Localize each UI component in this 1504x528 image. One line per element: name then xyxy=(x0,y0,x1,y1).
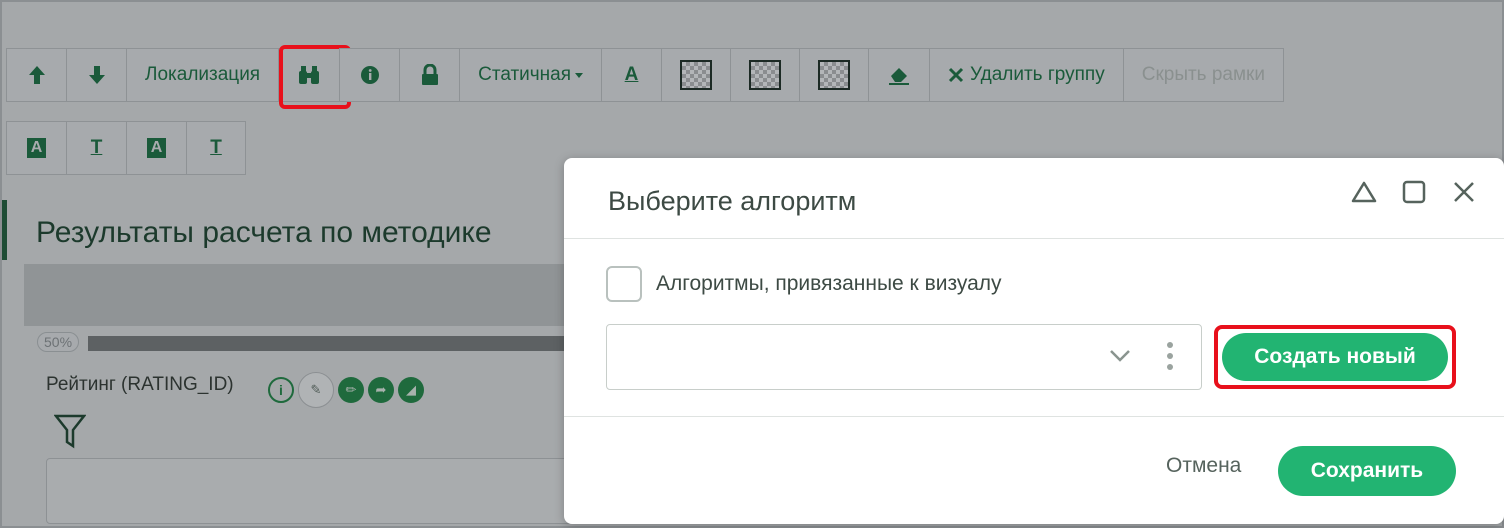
info-icon xyxy=(360,66,379,84)
filter-input[interactable] xyxy=(46,458,586,524)
footer-divider xyxy=(564,416,1504,417)
filter-icon[interactable] xyxy=(54,414,86,450)
lock-icon xyxy=(421,64,438,85)
select-algorithm-dialog: Выберите алгоритм Алгоритмы, привязанные… xyxy=(564,158,1504,524)
fill-color-2-button[interactable] xyxy=(730,48,800,102)
create-new-button[interactable]: Создать новый xyxy=(1222,333,1448,381)
bound-algorithms-label: Алгоритмы, привязанные к визуалу xyxy=(656,272,1002,295)
section-title: Результаты расчета по методике xyxy=(36,216,492,249)
algorithm-select[interactable] xyxy=(606,324,1202,390)
progress-label: 50% xyxy=(37,332,80,352)
text-underline-t-icon: T xyxy=(210,137,222,158)
move-down-button[interactable] xyxy=(66,48,126,102)
edit-icon[interactable]: ✎ xyxy=(298,372,334,408)
chevron-down-icon[interactable] xyxy=(1109,349,1131,363)
section-accent xyxy=(2,200,7,260)
delete-group-label: Удалить группу xyxy=(970,64,1105,85)
caret-down-icon xyxy=(575,72,584,78)
eraser-icon xyxy=(889,68,910,85)
text-underline-t-icon: T xyxy=(90,137,103,158)
close-icon xyxy=(1454,182,1474,202)
text-color-icon: A xyxy=(624,64,639,85)
bound-algorithms-checkbox[interactable] xyxy=(606,266,642,302)
text-bg-a-button[interactable]: A xyxy=(6,121,66,175)
cancel-button[interactable]: Отмена xyxy=(1166,454,1241,478)
hide-frames-label: Скрыть рамки xyxy=(1141,64,1265,85)
share-icon[interactable]: ➦ xyxy=(368,377,394,403)
header-divider xyxy=(564,238,1504,239)
toolbar: Локализация Статичная A Удалить группу С… xyxy=(6,45,1284,109)
info-icon[interactable]: i xyxy=(268,377,294,403)
transparent-swatch-icon xyxy=(749,60,782,90)
transparent-swatch-icon xyxy=(680,60,713,90)
info-button[interactable] xyxy=(339,48,400,102)
dialog-title: Выберите алгоритм xyxy=(608,186,857,216)
progress-bar xyxy=(88,336,568,351)
static-dropdown[interactable]: Статичная xyxy=(459,48,602,102)
save-button[interactable]: Сохранить xyxy=(1278,446,1456,496)
static-label: Статичная xyxy=(478,64,572,85)
close-button[interactable] xyxy=(1450,178,1478,206)
close-icon xyxy=(948,67,964,83)
maximize-button[interactable] xyxy=(1400,178,1428,206)
move-up-button[interactable] xyxy=(6,48,66,102)
eraser-icon[interactable]: ◢ xyxy=(398,377,424,403)
collapse-icon xyxy=(1351,181,1377,203)
text-bg-a-icon: A xyxy=(26,138,47,158)
more-vertical-icon[interactable] xyxy=(1167,342,1173,370)
text-format-toolbar: A T A T xyxy=(6,121,246,175)
eraser-button[interactable] xyxy=(868,48,930,102)
hide-frames-button[interactable]: Скрыть рамки xyxy=(1122,48,1284,102)
text-underline-t-2-button[interactable]: T xyxy=(186,121,246,175)
create-highlight: Создать новый xyxy=(1214,325,1456,389)
arrow-down-icon xyxy=(88,66,105,84)
dialog-window-controls xyxy=(1350,178,1478,206)
fill-color-3-button[interactable] xyxy=(799,48,869,102)
text-bg-a-icon: A xyxy=(146,138,167,158)
header-band xyxy=(24,264,584,326)
delete-group-button[interactable]: Удалить группу xyxy=(929,48,1123,102)
localization-button[interactable]: Локализация xyxy=(126,48,279,102)
binoculars-button[interactable] xyxy=(278,45,352,109)
arrow-up-icon xyxy=(28,66,45,84)
collapse-button[interactable] xyxy=(1350,178,1378,206)
text-bg-a-2-button[interactable]: A xyxy=(126,121,186,175)
rating-label: Рейтинг (RATING_ID) xyxy=(46,374,234,395)
fill-color-1-button[interactable] xyxy=(661,48,731,102)
rating-actions: i ✎ ✏ ➦ ◢ xyxy=(268,372,424,408)
transparent-swatch-icon xyxy=(818,60,851,90)
pencil-icon[interactable]: ✏ xyxy=(338,377,364,403)
text-color-button[interactable]: A xyxy=(601,48,662,102)
text-underline-t-button[interactable]: T xyxy=(66,121,126,175)
maximize-icon xyxy=(1402,180,1426,204)
localization-label: Локализация xyxy=(145,64,261,85)
lock-button[interactable] xyxy=(399,48,460,102)
binoculars-icon xyxy=(299,66,320,84)
